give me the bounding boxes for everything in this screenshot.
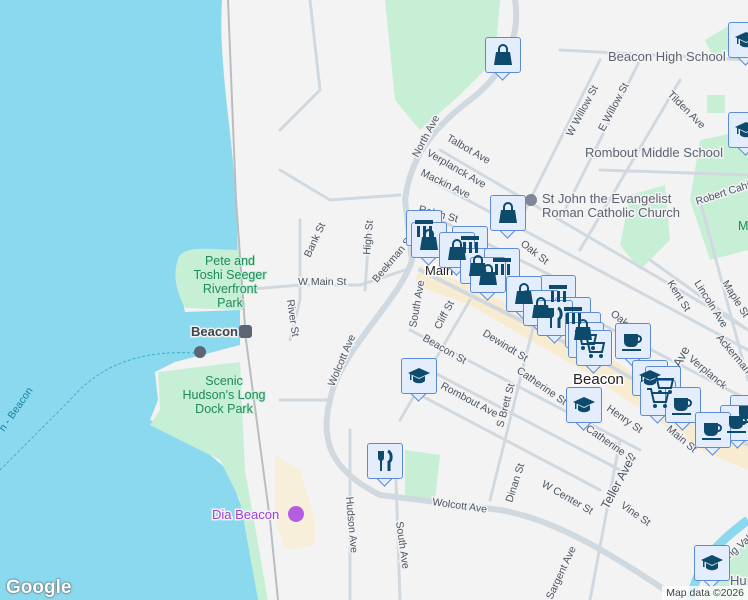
shopping-marker[interactable]: [470, 257, 506, 301]
street-label: High St: [361, 220, 376, 255]
marker-body[interactable]: [694, 545, 730, 581]
cafe-marker[interactable]: [695, 412, 731, 456]
street-label: Vine St: [618, 500, 653, 529]
street-label: Rombout Ave: [439, 380, 500, 420]
marker-body[interactable]: [490, 195, 526, 231]
grocery-marker[interactable]: [576, 330, 612, 374]
park-label-partial: M: [738, 219, 748, 233]
poi-rombout-middle-school[interactable]: Rombout Middle School: [584, 144, 725, 162]
street-label: W Willow St: [564, 83, 601, 138]
shopping-bag-icon: [494, 44, 512, 65]
park-label-long-dock: Hudson's Long: [182, 388, 265, 402]
marker-body[interactable]: [695, 412, 731, 448]
street-label: W Main St: [298, 276, 347, 288]
street-label: Dinan St: [503, 462, 527, 504]
school-marker[interactable]: [566, 387, 602, 431]
school-marker[interactable]: [401, 358, 437, 402]
street-label: Bank St: [302, 221, 328, 259]
street-label: South Ave: [407, 279, 427, 328]
marker-body[interactable]: [615, 323, 651, 359]
restaurant-icon: [378, 449, 393, 471]
street-label: Tilden Ave: [665, 89, 708, 132]
shopping-cart-icon: [647, 388, 670, 408]
google-logo: Google: [6, 577, 72, 598]
shopping-marker[interactable]: [485, 37, 521, 81]
marker-body[interactable]: [728, 22, 748, 58]
school-marker[interactable]: [728, 22, 748, 66]
park-label-seeger: Toshi Seeger: [194, 268, 267, 282]
park-label-seeger: Pete and: [205, 254, 255, 268]
poi-dia-beacon[interactable]: Dia Beacon: [211, 506, 281, 524]
marker-body[interactable]: [401, 358, 437, 394]
street-label: Ackerman: [714, 332, 748, 376]
coffee-cup-icon: [727, 416, 747, 433]
shopping-bag-icon: [499, 202, 517, 223]
school-marker[interactable]: [694, 545, 730, 589]
poi-beacon-station[interactable]: Beacon: [190, 323, 240, 341]
church-icon[interactable]: [525, 194, 537, 206]
graduation-cap-icon: [408, 368, 430, 384]
museum-icon[interactable]: [288, 506, 304, 522]
park-label-seeger: Riverfront: [203, 282, 258, 296]
coffee-cup-icon: [702, 423, 722, 440]
street-label: Sargent Ave: [544, 544, 579, 600]
shopping-bag-icon: [479, 264, 497, 285]
marker-body[interactable]: [576, 330, 612, 366]
poi-beacon-high-school[interactable]: Beacon High School: [607, 48, 728, 66]
shopping-bag-icon: [420, 229, 438, 250]
coffee-cup-icon: [622, 334, 642, 351]
street-label: Wolcott Ave: [326, 333, 359, 389]
shopping-marker[interactable]: [490, 195, 526, 239]
park-label-long-dock: Dock Park: [195, 402, 253, 416]
coffee-cup-icon: [672, 398, 692, 415]
graduation-cap-icon: [701, 555, 723, 571]
marker-body[interactable]: [566, 387, 602, 423]
street-label: E Willow St: [596, 81, 632, 134]
marker-body[interactable]: [367, 443, 403, 479]
graduation-cap-icon: [735, 122, 748, 138]
street-label: Wolcott Ave: [432, 496, 488, 516]
map-canvas[interactable]: Pete and Toshi Seeger Riverfront Park Sc…: [0, 0, 748, 600]
restaurant-icon: [548, 306, 563, 328]
street-label: Catherine St: [514, 365, 569, 408]
marker-body[interactable]: [485, 37, 521, 73]
dia-grounds: [275, 455, 315, 550]
street-label: South Ave: [393, 521, 412, 570]
train-station-icon[interactable]: [239, 325, 252, 338]
park-label-long-dock: Scenic: [205, 374, 243, 388]
marker-body[interactable]: [470, 257, 506, 293]
school-marker[interactable]: [728, 112, 748, 156]
graduation-cap-icon: [573, 397, 595, 413]
ferry-icon[interactable]: [194, 346, 206, 358]
shopping-cart-icon: [583, 338, 606, 358]
marker-body[interactable]: [728, 112, 748, 148]
poi-church[interactable]: Roman Catholic Church: [541, 204, 682, 222]
graduation-cap-icon: [735, 32, 748, 48]
map-attribution[interactable]: Map data ©2026: [662, 586, 748, 600]
poi-church[interactable]: St John the Evangelist: [541, 190, 674, 208]
restaurant-marker[interactable]: [367, 443, 403, 487]
street-label: Hudson Ave: [343, 496, 360, 553]
park-label-seeger: Park: [217, 296, 243, 310]
